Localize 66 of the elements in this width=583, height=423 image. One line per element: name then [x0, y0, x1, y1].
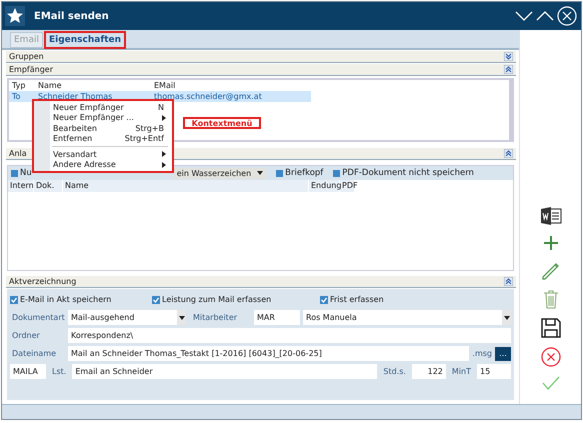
employee-dropdown[interactable]: Ros Manuela [303, 310, 511, 325]
checkbox[interactable]: E-Mail in Akt speichern [10, 295, 152, 304]
close-icon[interactable] [557, 6, 577, 26]
field-label: Dateiname [11, 349, 58, 358]
watermark-dropdown[interactable]: ein Wasserzeichen [174, 168, 266, 178]
input-field[interactable]: Mail an Schneider Thomas_Testakt [1-2016] [6043]_[20-06-25] [68, 346, 470, 361]
checkbox[interactable]: PDF-Dokument nicht speichern [333, 168, 474, 178]
section-title: Gruppen [9, 52, 44, 61]
browse-button[interactable]: ... [495, 346, 511, 360]
star-icon [5, 6, 25, 26]
column-header: Typ [11, 81, 26, 90]
submenu-arrow-icon [162, 114, 166, 121]
column-header: Name [38, 81, 63, 90]
document-type-dropdown[interactable]: Mail-ausgehend [68, 310, 186, 325]
input-field[interactable]: 122 [412, 364, 446, 379]
tab[interactable]: Eigenschaften [44, 32, 126, 48]
save-icon[interactable] [540, 318, 560, 338]
collapse-icon[interactable] [504, 65, 513, 74]
file-extension: .msg [472, 349, 492, 358]
checkbox[interactable]: Nu [11, 168, 32, 178]
collapse-icon[interactable] [504, 277, 513, 286]
input-field[interactable]: Email an Schneider [72, 364, 378, 379]
menu-item[interactable]: Bearbeiten Strg+B [34, 123, 172, 134]
section-title: Aktverzeichnung [9, 277, 76, 286]
column-header: Endung [309, 180, 340, 192]
checkbox[interactable]: Briefkopf [276, 168, 324, 178]
column-header: EMail [154, 81, 176, 90]
field-label: Std.s. [382, 367, 407, 376]
field-label: Ordner [11, 331, 41, 340]
checkbox[interactable]: Frist erfassen [320, 295, 462, 304]
column-header: PDF [340, 180, 355, 192]
column-header: Intern [8, 180, 34, 192]
menu-item[interactable]: Neuer Empfänger N [34, 102, 172, 112]
checkmark-icon [10, 296, 18, 304]
dropdown-arrow-icon [257, 171, 264, 175]
column-header: Name [63, 180, 309, 192]
word-document-icon[interactable] [540, 206, 562, 226]
menu-item[interactable]: Versandart [34, 149, 172, 160]
add-icon[interactable] [542, 235, 558, 251]
column-header: Dok. [34, 180, 63, 192]
menu-item[interactable]: Neuer Empfänger ... [34, 112, 172, 123]
chevron-up-icon[interactable] [536, 10, 554, 22]
menu-item[interactable]: Andere Adresse [34, 160, 172, 170]
checkbox[interactable]: Leistung zum Mail erfassen [152, 295, 320, 304]
input-field[interactable]: Korrespondenz\ [68, 328, 511, 343]
annotation-label: Kontextmenü [183, 117, 261, 129]
menu-item[interactable]: Entfernen Strg+Entf [34, 134, 172, 144]
field-label: MinT [450, 367, 472, 376]
cancel-icon[interactable] [540, 347, 560, 367]
collapse-icon[interactable] [504, 149, 513, 158]
dropdown-arrow-icon [178, 316, 184, 320]
field-label: Lst. [51, 367, 68, 376]
field-label: Dokumentart [11, 313, 65, 322]
checkmark-icon[interactable] [542, 376, 560, 390]
window-title: EMail senden [34, 10, 109, 22]
checkmark-icon [152, 296, 160, 304]
section-title: Anla [9, 149, 27, 158]
checkmark-icon [320, 296, 328, 304]
input-field[interactable]: MAILA [10, 364, 46, 379]
chevron-down-icon[interactable] [515, 10, 533, 22]
input-field[interactable]: 15 [477, 364, 511, 379]
dropdown-arrow-icon [504, 316, 510, 320]
input-field[interactable]: MAR [254, 310, 300, 325]
field-label: Mitarbeiter [192, 313, 238, 322]
expand-icon[interactable] [504, 52, 513, 61]
section-title: Empfänger [9, 65, 54, 74]
